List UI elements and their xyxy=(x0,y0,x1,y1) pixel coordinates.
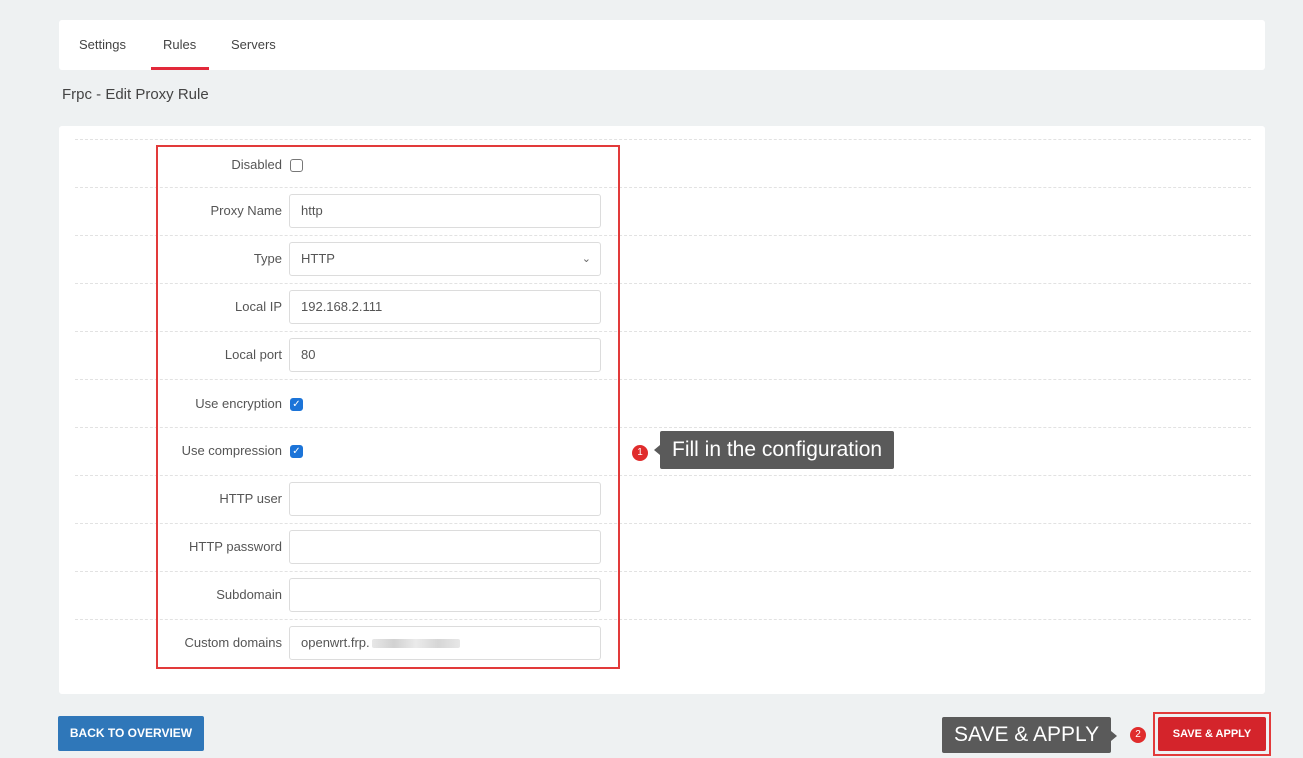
step-2-callout: SAVE & APPLY xyxy=(942,717,1118,753)
page-title: Frpc - Edit Proxy Rule xyxy=(62,86,209,103)
tab-settings[interactable]: Settings xyxy=(79,20,126,70)
tab-rules[interactable]: Rules xyxy=(150,20,210,70)
save-apply-button[interactable]: SAVE & APPLY xyxy=(1158,717,1266,751)
tab-servers[interactable]: Servers xyxy=(231,20,276,70)
step-1-callout: Fill in the configuration xyxy=(653,431,895,469)
row-divider xyxy=(75,139,1251,140)
step-2-badge: 2 xyxy=(1130,727,1146,743)
step-1-badge: 1 xyxy=(632,445,648,461)
config-highlight-box xyxy=(156,145,620,669)
back-to-overview-button[interactable]: BACK TO OVERVIEW xyxy=(58,716,204,751)
tabs-bar: Settings Rules Servers xyxy=(59,20,1265,70)
